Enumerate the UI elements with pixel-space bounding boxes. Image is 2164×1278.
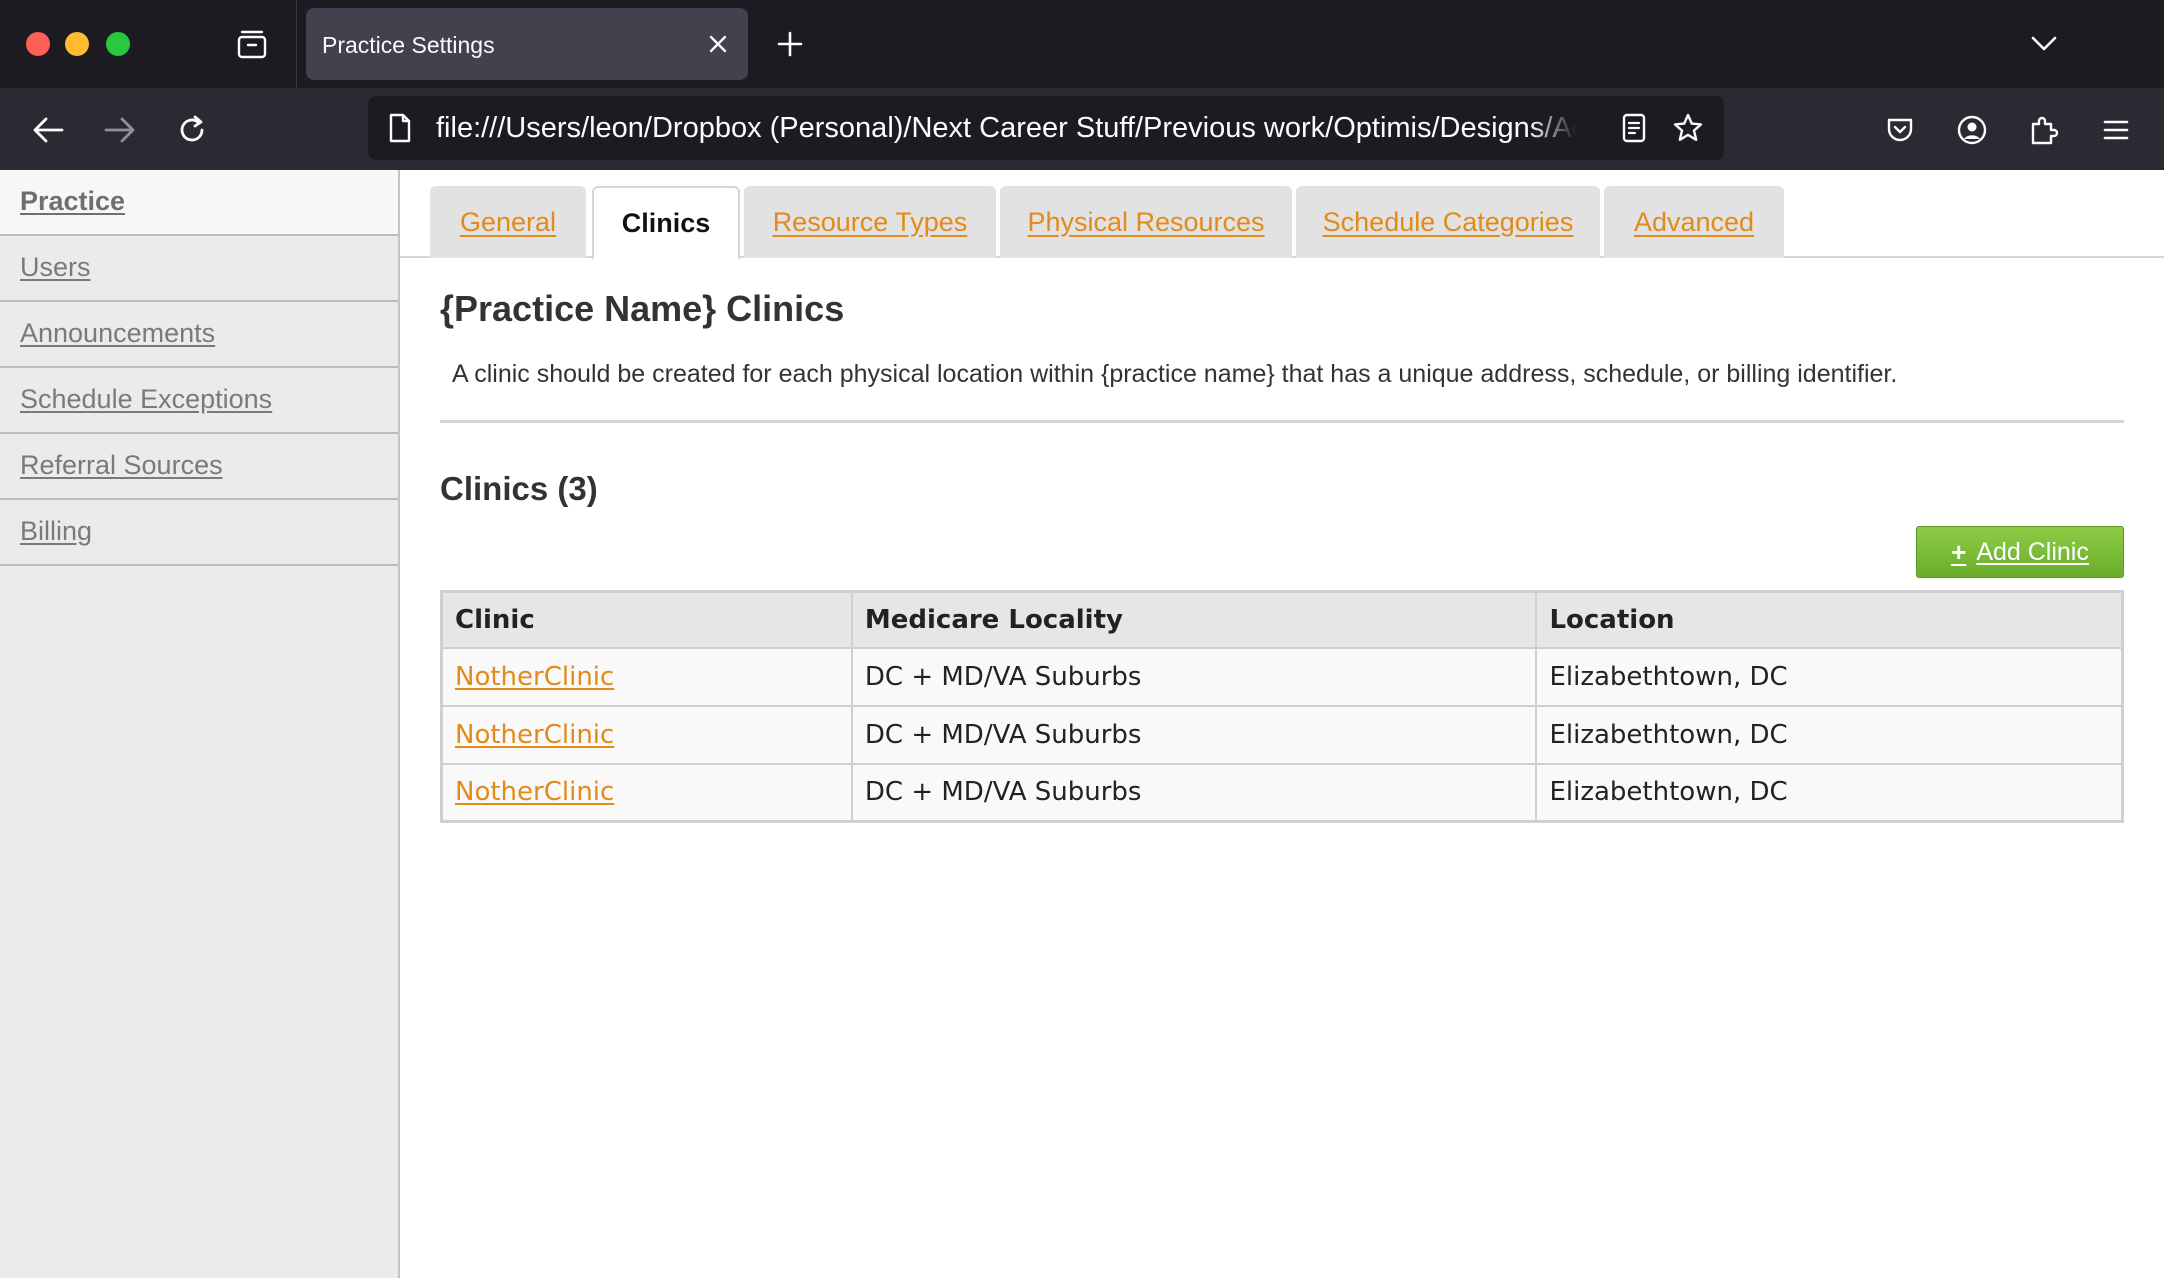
browser-navbar: file:///Users/leon/Dropbox (Personal)/Ne… bbox=[0, 88, 2164, 170]
table-row: NotherClinic DC + MD/VA Suburbs Elizabet… bbox=[440, 704, 2124, 765]
main-content: General Clinics Resource Types Physical … bbox=[400, 170, 2164, 1278]
sidebar-item-billing[interactable]: Billing bbox=[0, 500, 398, 566]
column-header-clinic: Clinic bbox=[440, 590, 853, 649]
location-cell: Elizabethtown, DC bbox=[1535, 704, 2124, 765]
page-viewport: Practice Users Announcements Schedule Ex… bbox=[0, 170, 2164, 1278]
pocket-icon[interactable] bbox=[1878, 108, 1922, 152]
sidebar-item-announcements[interactable]: Announcements bbox=[0, 302, 398, 368]
tab-physical-resources[interactable]: Physical Resources bbox=[1000, 186, 1292, 258]
tab-title: Practice Settings bbox=[322, 32, 495, 58]
sidebar-item-practice[interactable]: Practice bbox=[0, 170, 398, 236]
location-cell: Elizabethtown, DC bbox=[1535, 762, 2124, 823]
add-clinic-label: Add Clinic bbox=[1976, 537, 2089, 566]
close-window-button[interactable] bbox=[26, 32, 50, 56]
tab-clinics[interactable]: Clinics bbox=[592, 186, 740, 260]
clinic-cell: NotherClinic bbox=[440, 704, 853, 765]
tab-general[interactable]: General bbox=[430, 186, 586, 258]
clinics-table: Clinic Medicare Locality Location Nother… bbox=[440, 590, 2124, 823]
list-all-tabs-icon[interactable] bbox=[2026, 26, 2062, 62]
new-tab-icon[interactable] bbox=[772, 26, 808, 62]
plus-icon: + bbox=[1951, 536, 1967, 567]
settings-sidebar: Practice Users Announcements Schedule Ex… bbox=[0, 170, 400, 1278]
clinic-link[interactable]: NotherClinic bbox=[455, 662, 614, 692]
back-arrow-icon[interactable] bbox=[26, 108, 70, 152]
maximize-window-button[interactable] bbox=[106, 32, 130, 56]
column-header-medicare-locality: Medicare Locality bbox=[850, 590, 1538, 649]
clinics-count-heading: Clinics (3) bbox=[440, 470, 598, 507]
clinic-link[interactable]: NotherClinic bbox=[455, 720, 614, 750]
sidebar-item-referral-sources[interactable]: Referral Sources bbox=[0, 434, 398, 500]
bookmark-star-icon[interactable] bbox=[1670, 110, 1706, 146]
url-bar[interactable]: file:///Users/leon/Dropbox (Personal)/Ne… bbox=[368, 96, 1724, 160]
medicare-locality-cell: DC + MD/VA Suburbs bbox=[850, 762, 1538, 823]
sidebar-item-users[interactable]: Users bbox=[0, 236, 398, 302]
clinic-cell: NotherClinic bbox=[440, 646, 853, 707]
browser-tab[interactable]: Practice Settings bbox=[306, 8, 748, 80]
settings-tabs: General Clinics Resource Types Physical … bbox=[400, 170, 2164, 260]
tab-resource-types[interactable]: Resource Types bbox=[744, 186, 996, 258]
url-text[interactable]: file:///Users/leon/Dropbox (Personal)/Ne… bbox=[436, 112, 1576, 146]
tab-schedule-categories[interactable]: Schedule Categories bbox=[1296, 186, 1600, 258]
medicare-locality-cell: DC + MD/VA Suburbs bbox=[850, 704, 1538, 765]
add-clinic-button[interactable]: + Add Clinic bbox=[1916, 526, 2124, 578]
reload-icon[interactable] bbox=[170, 108, 214, 152]
table-row: NotherClinic DC + MD/VA Suburbs Elizabet… bbox=[440, 646, 2124, 707]
toolbar-separator bbox=[296, 0, 297, 88]
forward-arrow-icon[interactable] bbox=[98, 108, 142, 152]
reader-view-icon[interactable] bbox=[1616, 110, 1652, 146]
file-page-icon bbox=[384, 112, 416, 144]
location-cell: Elizabethtown, DC bbox=[1535, 646, 2124, 707]
sidebar-item-schedule-exceptions[interactable]: Schedule Exceptions bbox=[0, 368, 398, 434]
tab-advanced[interactable]: Advanced bbox=[1604, 186, 1784, 258]
table-row: NotherClinic DC + MD/VA Suburbs Elizabet… bbox=[440, 762, 2124, 823]
browser-titlebar: Practice Settings bbox=[0, 0, 2164, 88]
page-title: {Practice Name} Clinics bbox=[440, 288, 845, 329]
account-icon[interactable] bbox=[1950, 108, 1994, 152]
clinic-cell: NotherClinic bbox=[440, 762, 853, 823]
medicare-locality-cell: DC + MD/VA Suburbs bbox=[850, 646, 1538, 707]
extensions-icon[interactable] bbox=[2022, 108, 2066, 152]
section-divider bbox=[440, 420, 2124, 423]
minimize-window-button[interactable] bbox=[65, 32, 89, 56]
clinic-link[interactable]: NotherClinic bbox=[455, 777, 614, 807]
page-description: A clinic should be created for each phys… bbox=[452, 360, 1898, 388]
column-header-location: Location bbox=[1535, 590, 2124, 649]
table-header-row: Clinic Medicare Locality Location bbox=[440, 590, 2124, 649]
close-tab-icon[interactable] bbox=[704, 30, 732, 58]
firefox-view-icon[interactable] bbox=[232, 26, 272, 62]
menu-hamburger-icon[interactable] bbox=[2094, 108, 2138, 152]
